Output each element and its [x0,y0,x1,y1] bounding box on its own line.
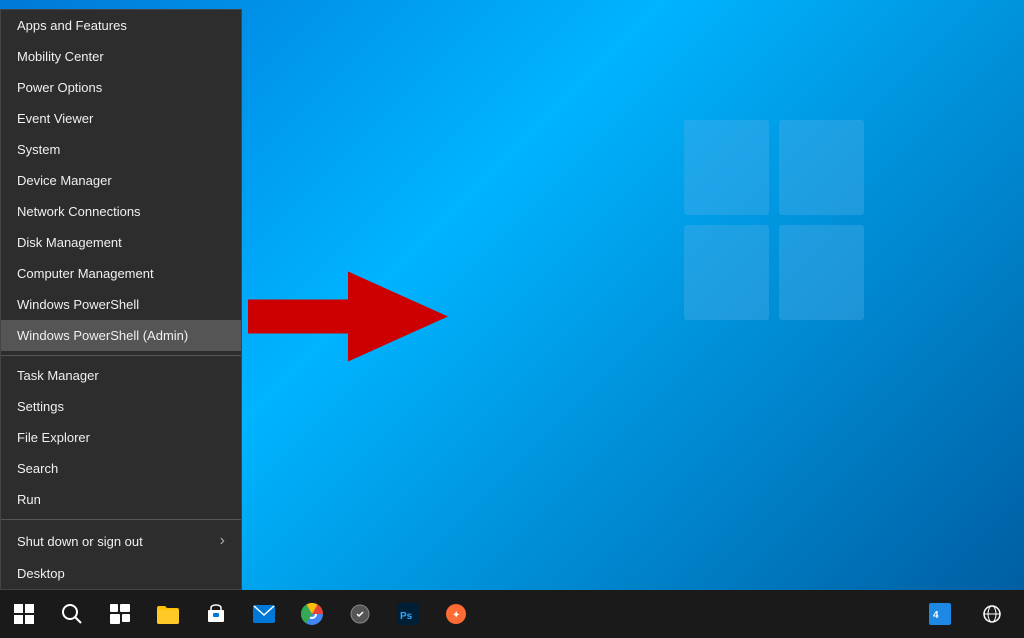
menu-item-label-power-options: Power Options [17,80,102,95]
red-arrow [248,272,448,367]
menu-item-label-computer-management: Computer Management [17,266,154,281]
app2-taskbar[interactable]: ✦ [432,590,480,638]
submenu-arrow-shut-down-sign-out: › [220,532,225,550]
context-menu: Apps and Features Mobility Center Power Op… [0,9,242,590]
menu-item-run[interactable]: Run [1,484,241,515]
start-button[interactable] [0,590,48,638]
menu-separator [1,519,241,520]
svg-text:Ps: Ps [400,611,413,622]
menu-item-label-search: Search [17,461,58,476]
menu-item-label-desktop: Desktop [17,566,65,581]
menu-item-event-viewer[interactable]: Event Viewer [1,103,241,134]
store-taskbar[interactable] [192,590,240,638]
menu-item-settings[interactable]: Settings [1,391,241,422]
menu-item-windows-powershell-admin[interactable]: Windows PowerShell (Admin) [1,320,241,351]
menu-item-label-settings: Settings [17,399,64,414]
menu-item-search[interactable]: Search [1,453,241,484]
svg-text:4: 4 [933,610,939,621]
desktop: Apps and Features Mobility Center Power Op… [0,0,1024,638]
menu-item-disk-management[interactable]: Disk Management [1,227,241,258]
menu-item-label-network-connections: Network Connections [17,204,141,219]
menu-item-label-windows-powershell-admin: Windows PowerShell (Admin) [17,328,188,343]
network-tray-icon[interactable] [968,590,1016,638]
mail-taskbar[interactable] [240,590,288,638]
chrome-taskbar[interactable] [288,590,336,638]
menu-item-label-event-viewer: Event Viewer [17,111,93,126]
menu-item-system[interactable]: System [1,134,241,165]
menu-item-computer-management[interactable]: Computer Management [1,258,241,289]
menu-item-apps-features[interactable]: Apps and Features [1,10,241,41]
menu-item-device-manager[interactable]: Device Manager [1,165,241,196]
search-button[interactable] [48,590,96,638]
taskbar: Ps ✦ 4 [0,590,1024,638]
menu-item-desktop[interactable]: Desktop [1,558,241,589]
menu-item-label-system: System [17,142,60,157]
menu-item-windows-powershell[interactable]: Windows PowerShell [1,289,241,320]
file-explorer-taskbar[interactable] [144,590,192,638]
menu-item-label-windows-powershell: Windows PowerShell [17,297,139,312]
menu-separator [1,355,241,356]
menu-item-network-connections[interactable]: Network Connections [1,196,241,227]
task-view-button[interactable] [96,590,144,638]
svg-text:✦: ✦ [452,610,460,621]
menu-item-file-explorer[interactable]: File Explorer [1,422,241,453]
menu-item-label-shut-down-sign-out: Shut down or sign out [17,534,143,549]
menu-item-mobility-center[interactable]: Mobility Center [1,41,241,72]
notification-badge-container[interactable]: 4 [916,590,964,638]
menu-item-label-run: Run [17,492,41,507]
menu-item-label-file-explorer: File Explorer [17,430,90,445]
menu-item-label-device-manager: Device Manager [17,173,112,188]
menu-item-task-manager[interactable]: Task Manager [1,360,241,391]
menu-item-label-disk-management: Disk Management [17,235,122,250]
menu-item-label-mobility-center: Mobility Center [17,49,104,64]
menu-item-label-task-manager: Task Manager [17,368,99,383]
photoshop-taskbar[interactable]: Ps [384,590,432,638]
menu-item-shut-down-sign-out[interactable]: Shut down or sign out › [1,524,241,558]
menu-item-label-apps-features: Apps and Features [17,18,127,33]
windows-logo [684,120,864,320]
app1-taskbar[interactable] [336,590,384,638]
menu-item-power-options[interactable]: Power Options [1,72,241,103]
taskbar-right: 4 [916,590,1024,638]
